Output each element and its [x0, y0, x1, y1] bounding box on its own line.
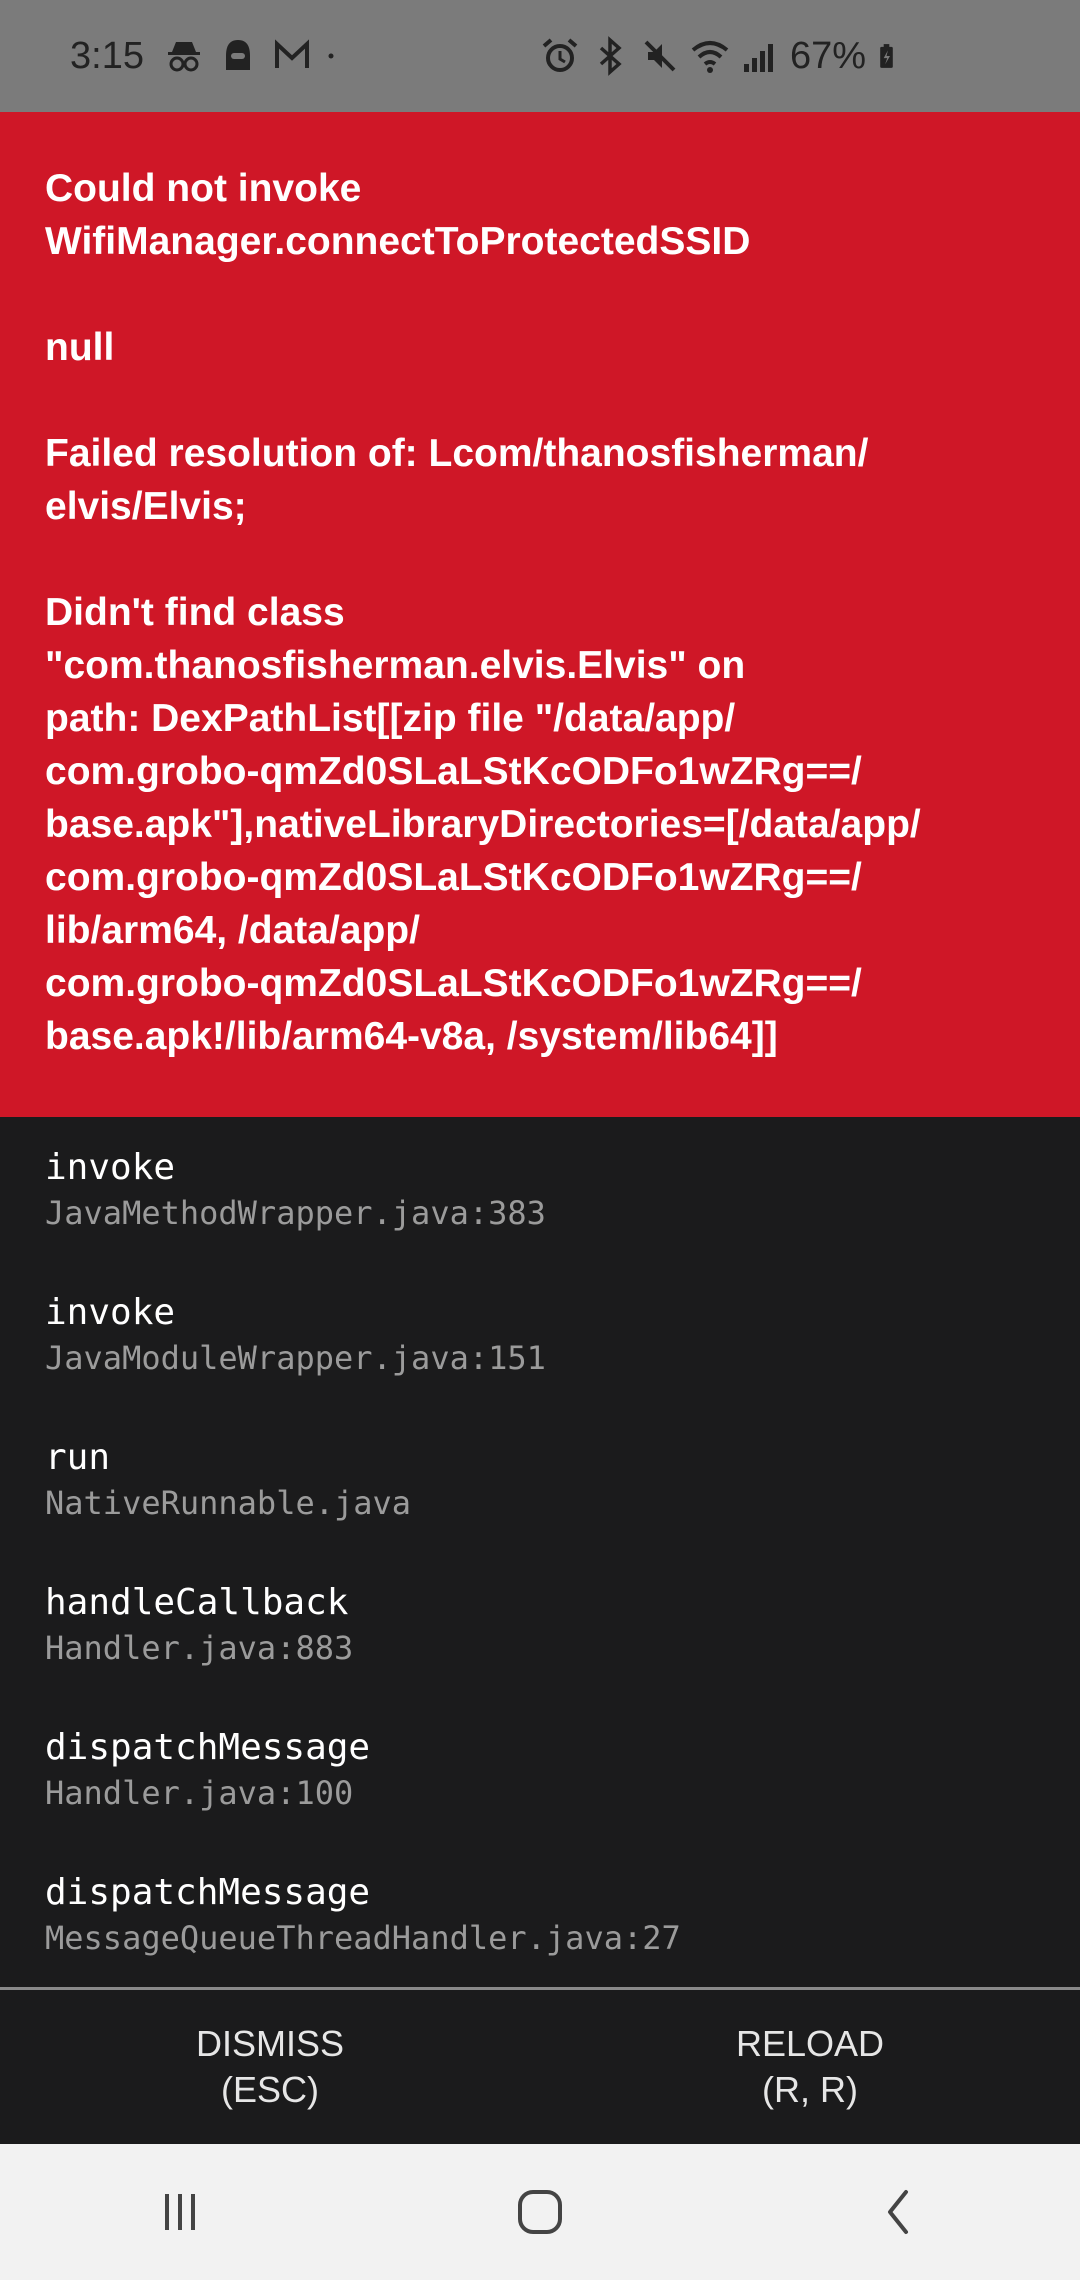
status-bar: 3:15 67% [0, 0, 1080, 112]
alarm-icon [542, 38, 578, 72]
battery-charging-icon [880, 44, 893, 68]
recents-button[interactable] [120, 2172, 240, 2252]
stack-frame[interactable]: invoke JavaModuleWrapper.java:151 [45, 1290, 1035, 1435]
stack-trace[interactable]: invoke JavaMethodWrapper.java:383 invoke… [0, 1117, 1080, 1987]
status-time: 3:15 [70, 34, 144, 77]
frame-method: run [45, 1437, 111, 1478]
stack-frame[interactable]: handleCallback Handler.java:883 [45, 1580, 1035, 1725]
frame-file: NativeRunnable.java [45, 1484, 412, 1522]
stack-frame[interactable]: dispatchMessage Handler.java:100 [45, 1725, 1035, 1870]
back-button[interactable] [840, 2172, 960, 2252]
stack-frame[interactable]: dispatchMessage MessageQueueThreadHandle… [45, 1870, 1035, 1987]
reload-button[interactable]: RELOAD (R, R) [540, 1990, 1080, 2144]
dismiss-shortcut: (ESC) [221, 2069, 319, 2110]
home-icon [518, 2190, 562, 2234]
frame-method: invoke [45, 1147, 176, 1188]
dot-icon [328, 53, 334, 59]
frame-method: handleCallback [45, 1582, 349, 1623]
reload-label: RELOAD [735, 2023, 885, 2064]
incognito-icon [167, 42, 200, 72]
frame-file: JavaModuleWrapper.java:151 [45, 1339, 546, 1377]
stack-frame[interactable]: invoke JavaMethodWrapper.java:383 [45, 1145, 1035, 1290]
vpn-icon [225, 40, 250, 70]
home-button[interactable] [480, 2172, 600, 2252]
error-message: Could not invoke WifiManager.connectToPr… [45, 167, 921, 1058]
frame-file: MessageQueueThreadHandler.java:27 [45, 1919, 681, 1957]
frame-file: Handler.java:100 [45, 1774, 354, 1812]
bluetooth-icon [599, 36, 622, 76]
button-bar: DISMISS (ESC) RELOAD (R, R) [0, 1990, 1080, 2144]
error-panel: Could not invoke WifiManager.connectToPr… [0, 112, 1080, 1117]
stack-frame[interactable]: run NativeRunnable.java [45, 1435, 1035, 1580]
dismiss-label: DISMISS [195, 2023, 345, 2064]
gmail-icon [274, 39, 309, 68]
wifi-icon [691, 41, 729, 73]
signal-icon [744, 44, 773, 72]
navigation-bar [0, 2144, 1080, 2280]
recents-icon [165, 2194, 195, 2230]
frame-file: JavaMethodWrapper.java:383 [45, 1194, 546, 1232]
battery-percent: 67% [790, 34, 867, 77]
frame-method: dispatchMessage [45, 1727, 371, 1768]
frame-method: dispatchMessage [45, 1872, 371, 1913]
frame-file: Handler.java:883 [45, 1629, 354, 1667]
mute-icon [644, 40, 676, 72]
reload-shortcut: (R, R) [762, 2069, 858, 2110]
frame-method: invoke [45, 1292, 176, 1333]
back-icon [888, 2190, 908, 2234]
dismiss-button[interactable]: DISMISS (ESC) [0, 1990, 540, 2144]
